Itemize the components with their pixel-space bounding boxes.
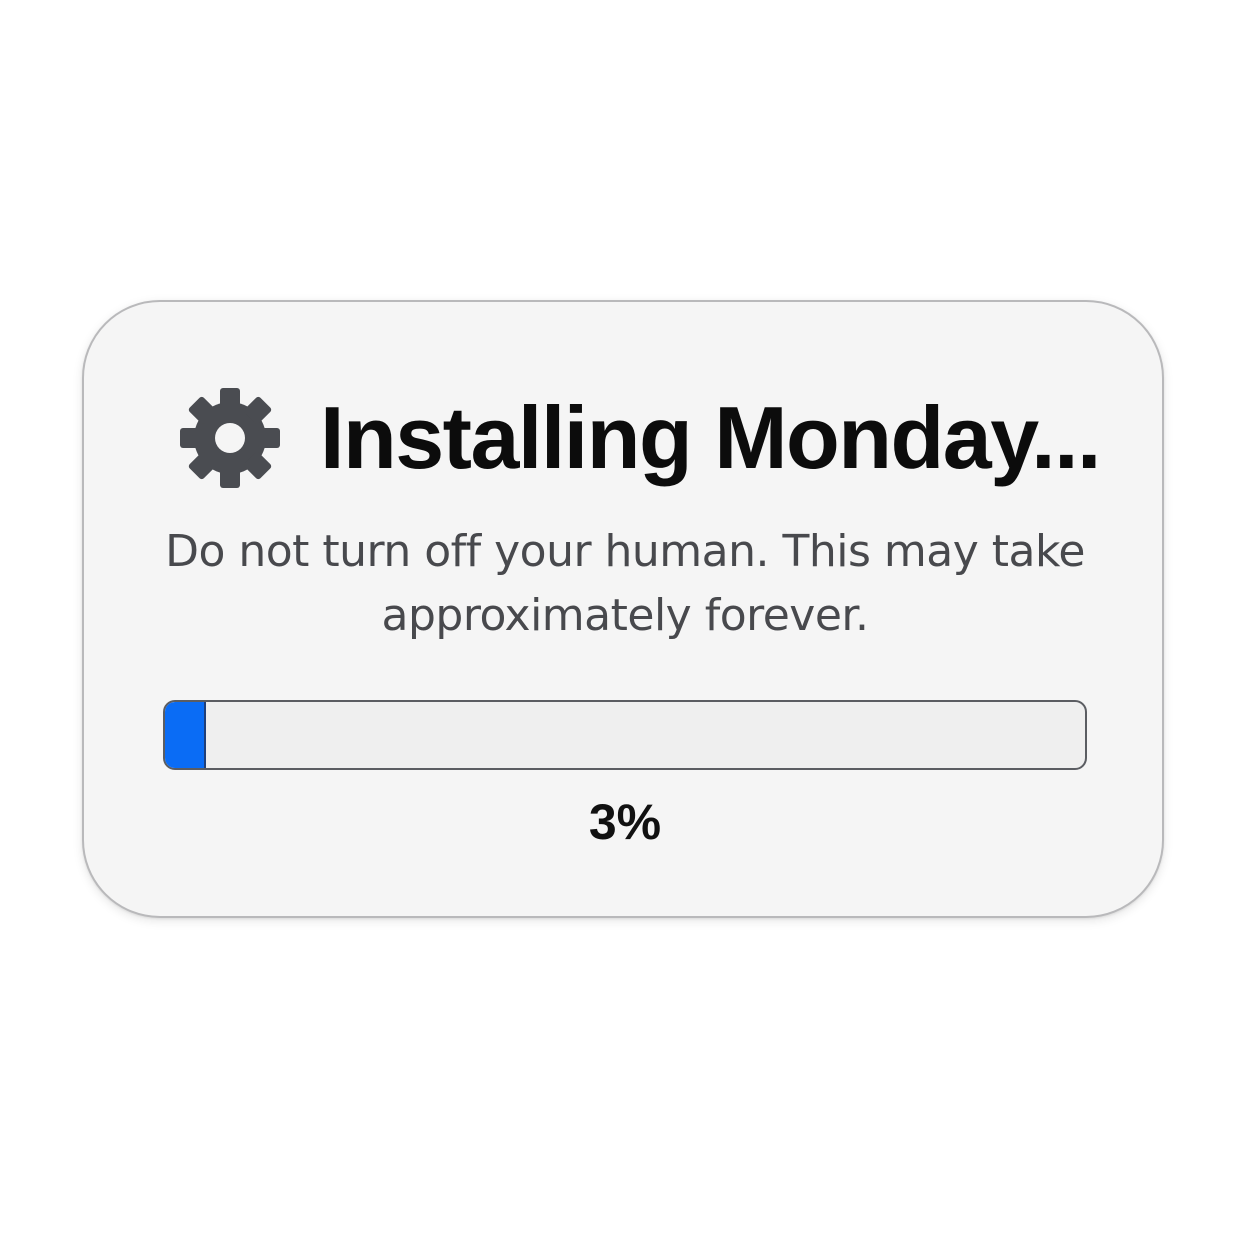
gear-icon bbox=[180, 388, 280, 488]
dialog-title: Installing Monday... bbox=[320, 388, 1101, 487]
progress-bar bbox=[163, 700, 1087, 770]
dialog-message: Do not turn off your human. This may tak… bbox=[165, 526, 1085, 641]
screen: Installing Monday... Do not turn off you… bbox=[0, 0, 1254, 1254]
progress-bar-fill bbox=[165, 702, 206, 768]
dialog-header: Installing Monday... bbox=[180, 388, 1101, 488]
progress-percent-label: 3% bbox=[588, 794, 662, 850]
install-dialog: Installing Monday... Do not turn off you… bbox=[82, 300, 1164, 918]
